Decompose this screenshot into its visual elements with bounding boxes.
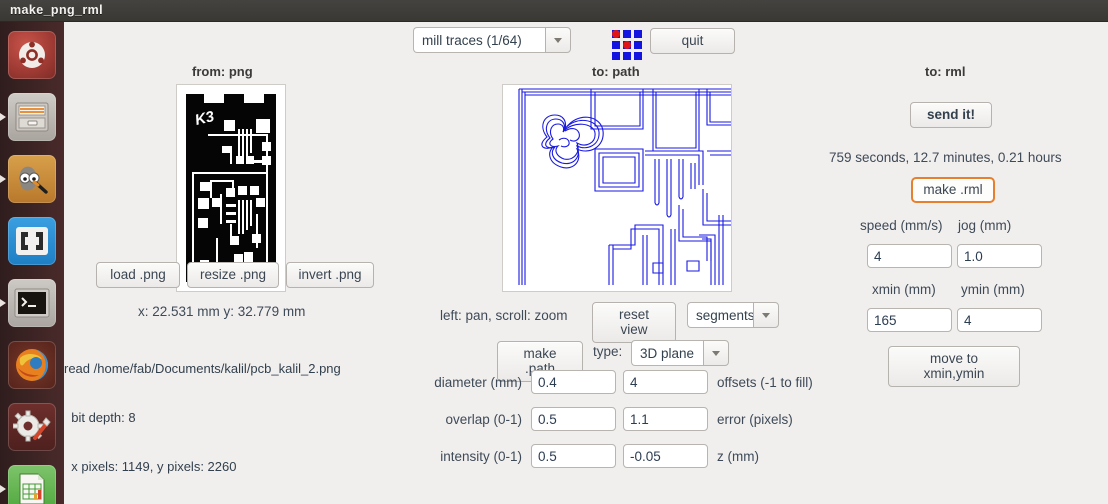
- speed-input[interactable]: [867, 244, 952, 268]
- path-toolpath-render: [503, 85, 732, 292]
- gimp-wilber-glyph: [12, 161, 52, 197]
- speed-label: speed (mm/s): [860, 218, 943, 233]
- launcher-item-files[interactable]: [0, 86, 64, 148]
- terminal-prompt-glyph: [13, 287, 51, 319]
- launcher-item-system-settings[interactable]: [0, 396, 64, 458]
- dot-cell: [612, 52, 620, 60]
- dot-cell: [612, 30, 620, 38]
- png-image-frame: K3: [183, 91, 279, 285]
- running-indicator-icon: [0, 175, 6, 183]
- running-indicator-icon: [0, 113, 6, 121]
- path-mouse-hint: left: pan, scroll: zoom: [440, 308, 568, 323]
- png-preview[interactable]: K3: [176, 84, 286, 292]
- send-it-button[interactable]: send it!: [910, 102, 992, 128]
- xmin-label: xmin (mm): [872, 282, 936, 297]
- overlap-label: overlap (0-1): [415, 412, 522, 427]
- spreadsheet-glyph: [15, 472, 49, 504]
- error-label: error (pixels): [717, 412, 793, 427]
- files-icon: [8, 93, 56, 141]
- load-png-button[interactable]: load .png: [96, 262, 180, 288]
- launcher-item-firefox[interactable]: [0, 334, 64, 396]
- quit-button[interactable]: quit: [650, 28, 735, 54]
- intensity-label: intensity (0-1): [415, 449, 522, 464]
- dot-cell: [623, 52, 631, 60]
- launcher-item-terminal[interactable]: [0, 272, 64, 334]
- running-indicator-icon: [0, 485, 6, 493]
- segments-combo-value[interactable]: segments: [687, 302, 753, 328]
- launcher-item-brackets[interactable]: [0, 210, 64, 272]
- png-cursor-coords: x: 22.531 mm y: 32.779 mm: [138, 304, 305, 319]
- dot-cell: [623, 30, 631, 38]
- jog-label: jog (mm): [958, 218, 1011, 233]
- readout-line: read /home/fab/Documents/kalil/pcb_kalil…: [64, 361, 341, 377]
- rml-panel-heading: to: rml: [925, 64, 965, 79]
- system-settings-icon: [8, 403, 56, 451]
- png-image-label: K3: [193, 108, 216, 129]
- type-combo-arrow[interactable]: [703, 340, 729, 366]
- segments-combo-arrow[interactable]: [753, 302, 779, 328]
- dot-matrix-icon[interactable]: [612, 30, 642, 60]
- launcher-item-gimp[interactable]: [0, 148, 64, 210]
- offsets-input[interactable]: [623, 370, 708, 394]
- intensity-input[interactable]: [531, 444, 616, 468]
- terminal-icon: [8, 279, 56, 327]
- unity-launcher: [0, 22, 64, 504]
- type-label: type:: [593, 344, 622, 359]
- jog-input[interactable]: [957, 244, 1042, 268]
- type-combo-value[interactable]: 3D plane: [631, 340, 703, 366]
- launcher-item-libreoffice-calc[interactable]: [0, 458, 64, 504]
- dot-cell: [634, 52, 642, 60]
- process-combo-value[interactable]: mill traces (1/64): [413, 27, 545, 53]
- process-combo-arrow[interactable]: [545, 27, 571, 53]
- running-indicator-icon: [0, 299, 6, 307]
- chevron-down-icon: [554, 38, 562, 43]
- ymin-input[interactable]: [957, 308, 1042, 332]
- offsets-label: offsets (-1 to fill): [717, 375, 813, 390]
- diameter-label: diameter (mm): [415, 375, 522, 390]
- firefox-logo-glyph: [12, 346, 52, 384]
- resize-png-button[interactable]: resize .png: [187, 262, 279, 288]
- readout-line: bit depth: 8: [64, 410, 341, 426]
- brackets-icon: [8, 217, 56, 265]
- time-estimate: 759 seconds, 12.7 minutes, 0.21 hours: [829, 150, 1062, 165]
- gear-wrench-glyph: [13, 410, 51, 444]
- make-rml-button[interactable]: make .rml: [911, 177, 995, 203]
- dot-cell: [634, 30, 642, 38]
- ubuntu-dash-icon: [8, 31, 56, 79]
- segments-combo[interactable]: segments: [687, 302, 779, 328]
- move-to-xmin-ymin-button[interactable]: move to xmin,ymin: [888, 346, 1020, 387]
- ubuntu-logo-glyph: [17, 40, 47, 70]
- libreoffice-calc-icon: [8, 465, 56, 504]
- brackets-glyph: [15, 226, 49, 256]
- diameter-input[interactable]: [531, 370, 616, 394]
- ymin-label: ymin (mm): [961, 282, 1025, 297]
- window-title: make_png_rml: [10, 3, 103, 17]
- png-panel-heading: from: png: [192, 64, 253, 79]
- launcher-item-ubuntu-dash[interactable]: [0, 24, 64, 86]
- reset-view-button[interactable]: reset view: [592, 302, 676, 343]
- file-cabinet-glyph: [14, 101, 50, 133]
- type-combo[interactable]: 3D plane: [631, 340, 729, 366]
- chevron-down-icon: [712, 351, 720, 356]
- readout-line: x pixels: 1149, y pixels: 2260: [64, 459, 341, 475]
- overlap-input[interactable]: [531, 407, 616, 431]
- main-content: mill traces (1/64) quit from: png K3: [64, 22, 1108, 504]
- z-label: z (mm): [717, 449, 759, 464]
- dot-cell: [623, 41, 631, 49]
- dot-cell: [612, 41, 620, 49]
- process-combo[interactable]: mill traces (1/64): [413, 27, 571, 53]
- error-input[interactable]: [623, 407, 708, 431]
- invert-png-button[interactable]: invert .png: [286, 262, 374, 288]
- gimp-icon: [8, 155, 56, 203]
- z-input[interactable]: [623, 444, 708, 468]
- dot-cell: [634, 41, 642, 49]
- path-preview[interactable]: [502, 84, 732, 292]
- xmin-input[interactable]: [867, 308, 952, 332]
- application-window: make_png_rml: [0, 0, 1108, 504]
- window-titlebar: make_png_rml: [0, 0, 1108, 22]
- firefox-icon: [8, 341, 56, 389]
- chevron-down-icon: [762, 313, 770, 318]
- path-panel-heading: to: path: [592, 64, 640, 79]
- png-readout: read /home/fab/Documents/kalil/pcb_kalil…: [64, 328, 341, 504]
